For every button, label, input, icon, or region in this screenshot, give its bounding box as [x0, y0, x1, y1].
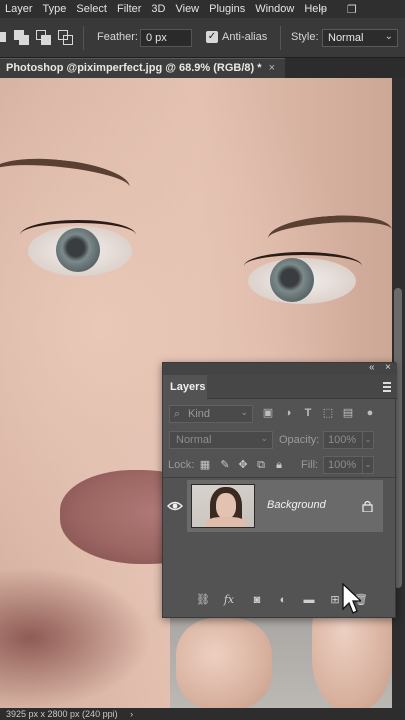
- lock-artboard-icon[interactable]: ⧉: [255, 459, 267, 471]
- fill-dropdown-icon[interactable]: ⌄: [362, 456, 374, 474]
- filter-kind-label: Kind: [188, 408, 211, 420]
- add-to-selection-icon[interactable]: [14, 30, 30, 46]
- opacity-input[interactable]: 100%: [323, 431, 363, 449]
- divider: [163, 477, 397, 478]
- tab-layers[interactable]: Layers: [163, 375, 207, 399]
- new-group-icon[interactable]: ▬: [301, 592, 317, 608]
- maximize-button[interactable]: ❐: [347, 0, 357, 18]
- opacity-dropdown-icon[interactable]: ⌄: [362, 431, 374, 449]
- feather-label: Feather:: [97, 31, 138, 43]
- chevron-down-icon: ⌄: [260, 433, 268, 443]
- layer-lock-icon[interactable]: [361, 500, 373, 513]
- layers-panel: « × Layers ⌕ Kind ⌄ ▣ ◑ T ⬚ ▤ ● Normal ⌄…: [162, 362, 397, 618]
- blend-mode-value: Normal: [176, 434, 212, 446]
- new-selection-icon[interactable]: [0, 30, 12, 46]
- smart-object-filter-icon[interactable]: ▤: [341, 406, 355, 420]
- pixel-filter-icon[interactable]: ▣: [261, 406, 275, 420]
- adjustment-layer-icon[interactable]: ◐: [275, 592, 291, 608]
- lock-image-icon[interactable]: ✎: [219, 459, 231, 471]
- menu-filter[interactable]: Filter: [112, 0, 146, 18]
- opacity-label: Opacity:: [279, 434, 320, 446]
- layer-row-background[interactable]: Background: [187, 480, 383, 532]
- document-title: Photoshop @piximperfect.jpg @ 68.9% (RGB…: [6, 62, 262, 74]
- filter-kind-dropdown[interactable]: ⌕ Kind ⌄: [169, 405, 253, 423]
- document-dimensions: 3925 px x 2800 px (240 ppi): [6, 709, 118, 719]
- fill-label: Fill:: [301, 459, 319, 471]
- style-label: Style:: [291, 31, 319, 43]
- fx-icon[interactable]: fx: [221, 592, 237, 608]
- chevron-down-icon: ⌄: [384, 31, 393, 42]
- intersect-selection-icon[interactable]: [58, 30, 74, 46]
- fill-input[interactable]: 100%: [323, 456, 363, 474]
- lock-position-icon[interactable]: ✥: [237, 459, 249, 471]
- document-tab[interactable]: Photoshop @piximperfect.jpg @ 68.9% (RGB…: [0, 58, 285, 78]
- mask-icon[interactable]: ◙: [249, 592, 265, 608]
- finger: [176, 618, 272, 708]
- layer-thumbnail: [191, 484, 255, 528]
- close-tab-icon[interactable]: ×: [269, 62, 275, 74]
- style-value: Normal: [328, 32, 364, 44]
- status-arrow-icon[interactable]: ›: [130, 709, 133, 719]
- adjustment-filter-icon[interactable]: ◑: [281, 406, 295, 420]
- menu-bar: Layer Type Select Filter 3D View Plugins…: [0, 0, 405, 18]
- subtract-from-selection-icon[interactable]: [36, 30, 52, 46]
- blend-mode-dropdown[interactable]: Normal ⌄: [169, 431, 273, 449]
- panel-header: Layers: [163, 375, 397, 399]
- divider: [83, 26, 84, 50]
- status-bar: 3925 px x 2800 px (240 ppi) ›: [0, 708, 405, 720]
- options-bar: Feather: 0 px ✓ Anti-alias Style: Normal…: [0, 18, 405, 58]
- filter-toggle-icon[interactable]: ●: [363, 406, 377, 420]
- panel-top-strip: « ×: [163, 362, 397, 375]
- link-layers-icon[interactable]: ⛓︎: [195, 592, 211, 608]
- left-eyebrow: [0, 152, 132, 208]
- menu-plugins[interactable]: Plugins: [204, 0, 250, 18]
- eye-icon: [167, 501, 183, 511]
- lock-label: Lock:: [168, 459, 195, 471]
- menu-3d[interactable]: 3D: [146, 0, 170, 18]
- feather-input[interactable]: 0 px: [140, 29, 192, 47]
- style-dropdown[interactable]: Normal ⌄: [322, 29, 398, 47]
- menu-layer[interactable]: Layer: [0, 0, 38, 18]
- search-icon: ⌕: [174, 408, 181, 420]
- right-eyebrow: [266, 211, 392, 257]
- layer-visibility-toggle[interactable]: [167, 499, 183, 513]
- mouse-cursor-icon: [342, 583, 361, 614]
- divider: [280, 26, 281, 50]
- layers-panel-footer: ⛓︎ fx ◙ ◐ ▬ ⊞ 🗑︎: [163, 589, 397, 611]
- collapse-panel-icon[interactable]: «: [369, 362, 375, 373]
- menu-type[interactable]: Type: [38, 0, 72, 18]
- lock-transparent-icon[interactable]: ▦: [199, 459, 211, 471]
- menu-select[interactable]: Select: [71, 0, 112, 18]
- antialias-label: Anti-alias: [222, 31, 268, 43]
- minimize-button[interactable]: –: [320, 0, 326, 18]
- layer-name[interactable]: Background: [267, 499, 326, 511]
- shape-filter-icon[interactable]: ⬚: [321, 406, 335, 420]
- menu-window[interactable]: Window: [250, 0, 299, 18]
- panel-menu-icon[interactable]: [383, 382, 391, 392]
- close-panel-icon[interactable]: ×: [385, 362, 391, 373]
- layer-filter-row: ⌕ Kind ⌄ ▣ ◑ T ⬚ ▤ ●: [169, 405, 391, 423]
- lock-all-icon[interactable]: 🔒︎: [273, 459, 285, 471]
- menu-help[interactable]: Help: [299, 0, 332, 18]
- document-tab-bar: Photoshop @piximperfect.jpg @ 68.9% (RGB…: [0, 58, 405, 78]
- chevron-down-icon: ⌄: [240, 407, 248, 417]
- left-eyelid: [20, 220, 136, 250]
- antialias-checkbox[interactable]: ✓: [206, 31, 218, 43]
- right-eyelid: [244, 252, 362, 280]
- menu-view[interactable]: View: [170, 0, 204, 18]
- type-filter-icon[interactable]: T: [301, 406, 315, 420]
